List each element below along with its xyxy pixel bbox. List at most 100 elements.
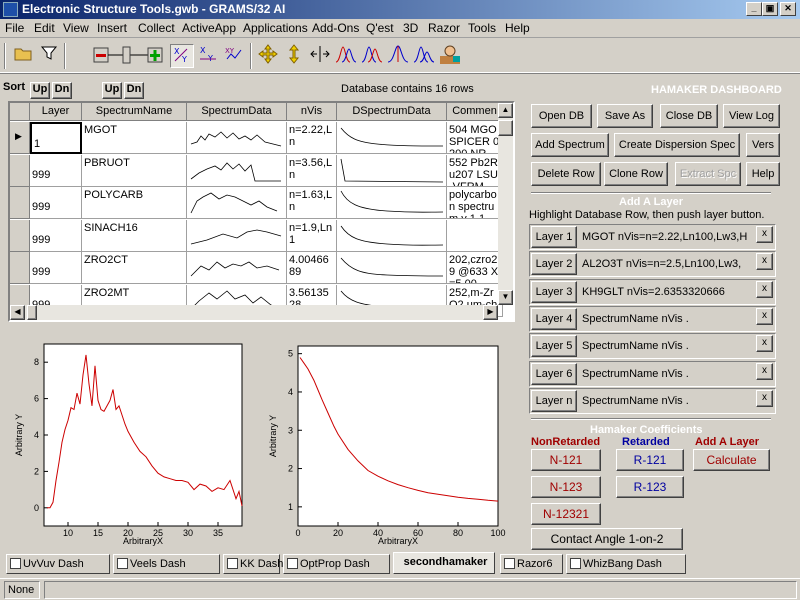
peaks-blue-icon[interactable] bbox=[360, 44, 384, 68]
cell-spectrumname[interactable]: ZRO2CT bbox=[82, 252, 187, 284]
cell-comment[interactable]: polycarbon spectrum v 1.1 bbox=[447, 187, 503, 219]
cell-spectrumdata[interactable] bbox=[187, 219, 287, 252]
cell-nvis[interactable]: n=3.56,Ln bbox=[287, 154, 337, 187]
swap-xy-icon[interactable]: XY bbox=[170, 44, 194, 68]
col-header-spectrumdata[interactable]: SpectrumData bbox=[187, 103, 287, 121]
move-cross-icon[interactable] bbox=[256, 44, 280, 68]
n121-button[interactable]: N-121 bbox=[531, 449, 601, 471]
menu-razor[interactable]: Razor bbox=[428, 21, 460, 35]
peak-single-icon[interactable] bbox=[386, 44, 410, 68]
r123-button[interactable]: R-123 bbox=[616, 476, 684, 498]
cell-comment[interactable]: 552 Pb2Ru207 LSU-VFRM bbox=[447, 154, 503, 187]
extract-spc-button[interactable]: Extract Spc bbox=[675, 162, 741, 186]
add-spectrum-button[interactable]: Add Spectrum bbox=[531, 133, 609, 157]
cell-comment[interactable]: 202,czro29 @633 X=5.00 bbox=[447, 252, 503, 284]
tab-optprop-dash[interactable]: OptProp Dash bbox=[283, 554, 390, 574]
layer-6-button[interactable]: Layer 6 bbox=[531, 362, 577, 385]
sort-up-button-2[interactable]: Up bbox=[102, 82, 122, 99]
layer-4-clear-button[interactable]: x bbox=[756, 307, 773, 325]
menu-addons[interactable]: Add-Ons bbox=[312, 21, 359, 35]
menu-qest[interactable]: Q'est bbox=[366, 21, 394, 35]
n123-button[interactable]: N-123 bbox=[531, 476, 601, 498]
cell-dspectrumdata[interactable] bbox=[337, 187, 447, 219]
layer-3-clear-button[interactable]: x bbox=[756, 280, 773, 298]
cell-nvis[interactable]: n=1.9,Ln1 bbox=[287, 219, 337, 252]
grid-vscrollbar[interactable]: ▲ ▼ bbox=[498, 103, 513, 305]
col-header-nvis[interactable]: nVis bbox=[287, 103, 337, 121]
maximize-button[interactable]: ▣ bbox=[762, 2, 778, 16]
layer-6-clear-button[interactable]: x bbox=[756, 362, 773, 380]
tab-uvvuv-dash[interactable]: UvVuv Dash bbox=[6, 554, 110, 574]
cell-comment[interactable]: 504 MGO SPICER 0 200 NR bbox=[447, 122, 503, 154]
grid-hscrollbar[interactable]: ◀ ▶ bbox=[10, 305, 498, 320]
user-icon[interactable] bbox=[438, 44, 462, 68]
layer-1-button[interactable]: Layer 1 bbox=[531, 226, 577, 248]
layer-3-button[interactable]: Layer 3 bbox=[531, 280, 577, 303]
close-button[interactable]: ✕ bbox=[780, 2, 796, 16]
layer-5-button[interactable]: Layer 5 bbox=[531, 335, 577, 358]
scale-xy-icon[interactable]: XY bbox=[196, 44, 220, 68]
cell-nvis[interactable]: 4.0046689 bbox=[287, 252, 337, 284]
scroll-down-arrow-icon[interactable]: ▼ bbox=[498, 290, 513, 305]
peak-pair-icon[interactable] bbox=[412, 44, 436, 68]
spectrum-plot-right[interactable]: 123450 20 40 60 80 100Arbitrary YArbitraryX bbox=[260, 336, 510, 548]
row-selector[interactable] bbox=[10, 252, 30, 284]
minimize-button[interactable]: _ bbox=[746, 2, 762, 16]
layer-2-clear-button[interactable]: x bbox=[756, 253, 773, 271]
col-header-layer[interactable]: Layer bbox=[30, 103, 82, 121]
open-folder-icon[interactable] bbox=[11, 44, 35, 68]
row-selector[interactable]: ▶ bbox=[10, 122, 30, 154]
scroll-up-arrow-icon[interactable]: ▲ bbox=[498, 103, 513, 118]
stack-icon[interactable]: XY bbox=[222, 44, 246, 68]
open-db-button[interactable]: Open DB bbox=[531, 104, 592, 128]
cell-spectrumdata[interactable] bbox=[187, 122, 287, 154]
cell-dspectrumdata[interactable] bbox=[337, 219, 447, 252]
view-log-button[interactable]: View Log bbox=[723, 104, 780, 128]
cell-layer[interactable]: 999 bbox=[30, 154, 82, 187]
split-icon[interactable] bbox=[308, 44, 332, 68]
cell-dspectrumdata[interactable] bbox=[337, 154, 447, 187]
help-button[interactable]: Help bbox=[746, 162, 780, 186]
cell-layer[interactable]: 1 bbox=[30, 122, 82, 154]
layer-5-clear-button[interactable]: x bbox=[756, 335, 773, 353]
delete-row-button[interactable]: Delete Row bbox=[531, 162, 601, 186]
tab-kk-dash[interactable]: KK Dash bbox=[223, 554, 283, 574]
peaks-icon[interactable] bbox=[334, 44, 358, 68]
cell-spectrumname[interactable]: MGOT bbox=[82, 122, 187, 154]
sort-down-button[interactable]: Dn bbox=[52, 82, 72, 99]
menu-activeapp[interactable]: ActiveApp bbox=[182, 21, 236, 35]
cell-dspectrumdata[interactable] bbox=[337, 252, 447, 284]
menu-help[interactable]: Help bbox=[505, 21, 530, 35]
tab-whizbang-dash[interactable]: WhizBang Dash bbox=[566, 554, 686, 574]
r121-button[interactable]: R-121 bbox=[616, 449, 684, 471]
cell-layer[interactable]: 999 bbox=[30, 187, 82, 219]
sort-down-button-2[interactable]: Dn bbox=[124, 82, 144, 99]
cell-spectrumdata[interactable] bbox=[187, 154, 287, 187]
cell-nvis[interactable]: n=2.22,Ln bbox=[287, 122, 337, 154]
cell-layer[interactable]: 999 bbox=[30, 219, 82, 252]
cell-dspectrumdata[interactable] bbox=[337, 122, 447, 154]
menu-insert[interactable]: Insert bbox=[97, 21, 127, 35]
menu-edit[interactable]: Edit bbox=[34, 21, 55, 35]
menu-3d[interactable]: 3D bbox=[403, 21, 418, 35]
cell-spectrumname[interactable]: POLYCARB bbox=[82, 187, 187, 219]
calculate-button[interactable]: Calculate bbox=[693, 449, 770, 471]
row-selector[interactable] bbox=[10, 219, 30, 252]
layer-7-button[interactable]: Layer n bbox=[531, 389, 577, 412]
sort-up-button[interactable]: Up bbox=[30, 82, 50, 99]
contact-angle-button[interactable]: Contact Angle 1-on-2 bbox=[531, 528, 683, 550]
col-header-spectrumname[interactable]: SpectrumName bbox=[82, 103, 187, 121]
select-region-icon[interactable] bbox=[37, 44, 61, 68]
col-header-comment[interactable]: Commen bbox=[447, 103, 503, 121]
hscroll-thumb[interactable] bbox=[27, 305, 37, 320]
menu-tools[interactable]: Tools bbox=[468, 21, 496, 35]
scroll-left-arrow-icon[interactable]: ◀ bbox=[10, 305, 25, 320]
menu-collect[interactable]: Collect bbox=[138, 21, 175, 35]
cell-layer[interactable]: 999 bbox=[30, 252, 82, 284]
tab-secondhamaker[interactable]: secondhamaker bbox=[393, 552, 495, 574]
clone-row-button[interactable]: Clone Row bbox=[604, 162, 668, 186]
spectrum-plot-left[interactable]: 0246810 15 20 25 30 35Arbitrary YArbitraryX bbox=[0, 336, 255, 548]
n12321-button[interactable]: N-12321 bbox=[531, 503, 601, 525]
cell-nvis[interactable]: n=1.63,Ln bbox=[287, 187, 337, 219]
vers-button[interactable]: Vers bbox=[746, 133, 780, 157]
